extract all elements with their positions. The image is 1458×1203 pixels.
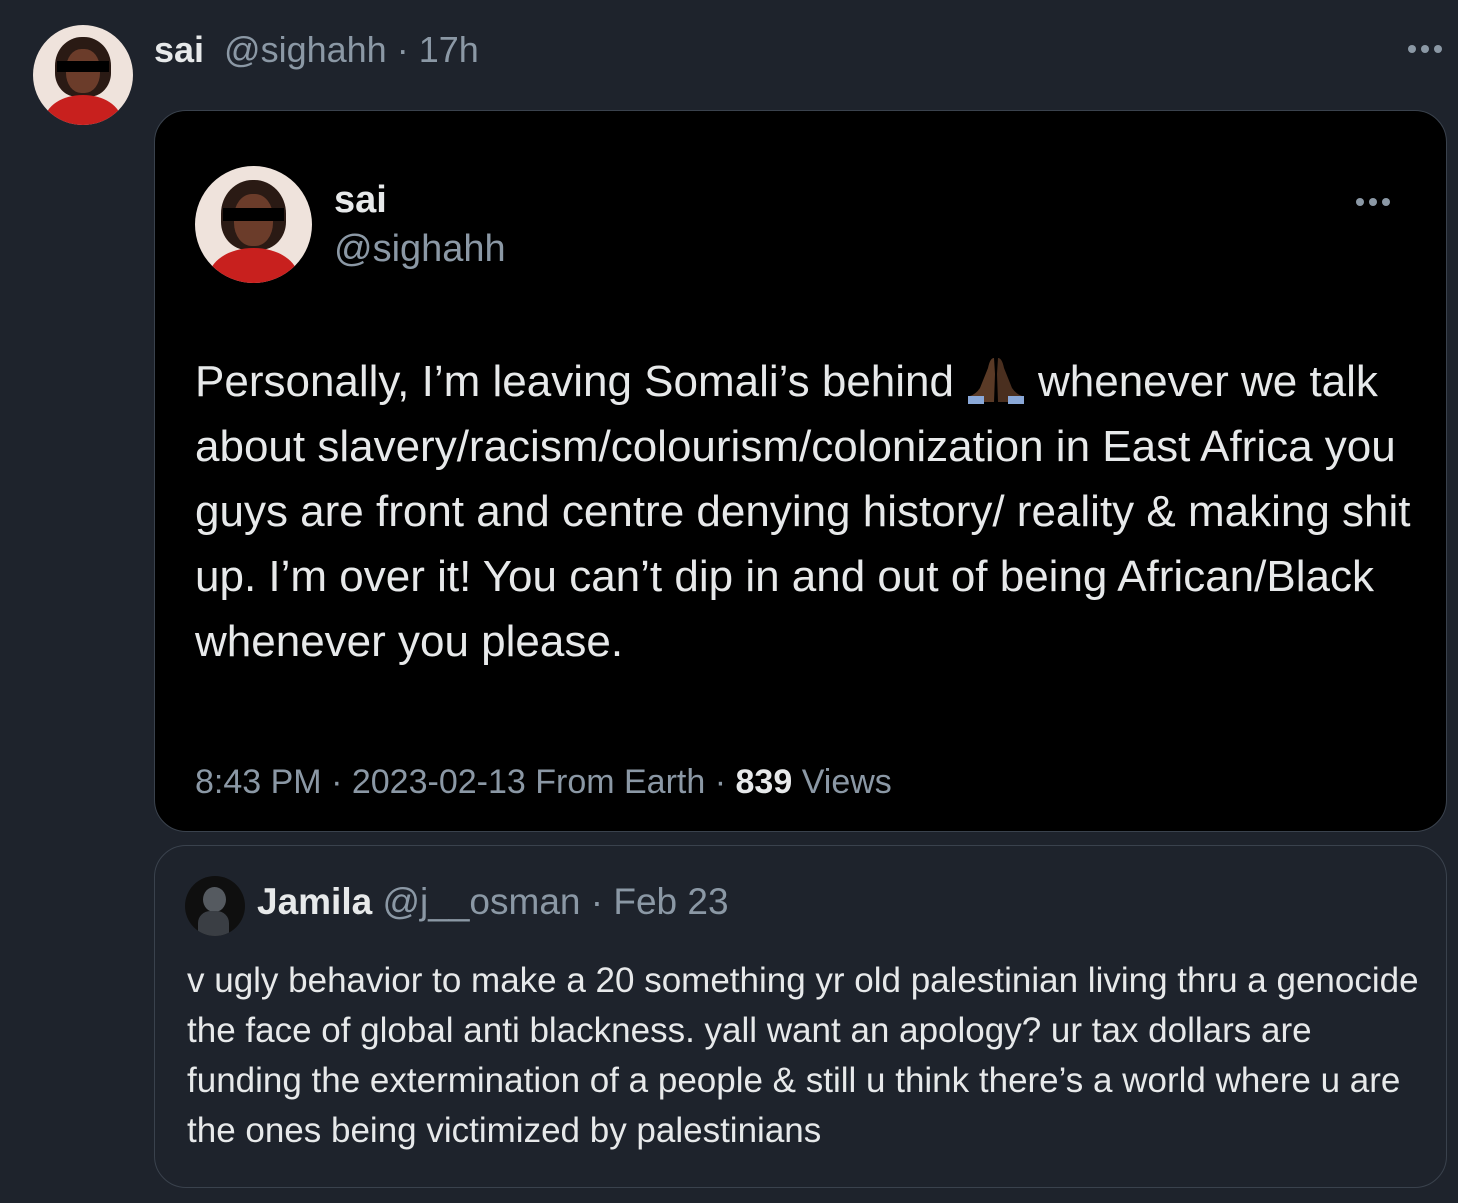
quoted-date: Feb 23: [613, 881, 729, 922]
quoted-tweet-text: v ugly behavior to make a 20 something y…: [187, 961, 1419, 1150]
views-count: 839: [735, 763, 793, 801]
more-horizontal-icon: [1356, 198, 1390, 206]
avatar: [195, 166, 312, 283]
separator-dot: ·: [590, 881, 604, 922]
image-tweet-text: Personally, I’m leaving Somali’s behind …: [195, 349, 1425, 674]
author-handle[interactable]: @sighahh: [224, 29, 387, 71]
author-name[interactable]: sai: [154, 29, 204, 71]
quoted-author-name: Jamila: [257, 881, 373, 922]
quoted-author-handle: @j__osman: [382, 881, 581, 922]
more-horizontal-icon[interactable]: [1408, 45, 1442, 53]
quoted-tweet-header: Jamila @j__osman · Feb 23: [257, 881, 729, 923]
avatar: [185, 876, 245, 936]
timestamp[interactable]: 17h: [419, 29, 479, 71]
image-author-name: sai: [334, 179, 387, 221]
avatar[interactable]: [33, 25, 133, 125]
censor-bar: [57, 61, 109, 72]
folded-hands-emoji: [967, 358, 1024, 404]
image-tweet-meta: 8:43 PM · 2023-02-13 From Earth · 839 Vi…: [195, 763, 892, 801]
attached-image[interactable]: sai @sighahh Personally, I’m leaving Som…: [154, 110, 1447, 832]
tweet-header: sai @sighahh · 17h: [154, 29, 479, 71]
tweet-container: sai @sighahh · 17h sai @sighahh Personal…: [0, 0, 1458, 1203]
image-author-handle: @sighahh: [334, 228, 506, 270]
separator-dot: ·: [396, 29, 409, 70]
censor-bar: [223, 208, 284, 221]
quoted-tweet[interactable]: Jamila @j__osman · Feb 23 v ugly behavio…: [154, 845, 1447, 1188]
